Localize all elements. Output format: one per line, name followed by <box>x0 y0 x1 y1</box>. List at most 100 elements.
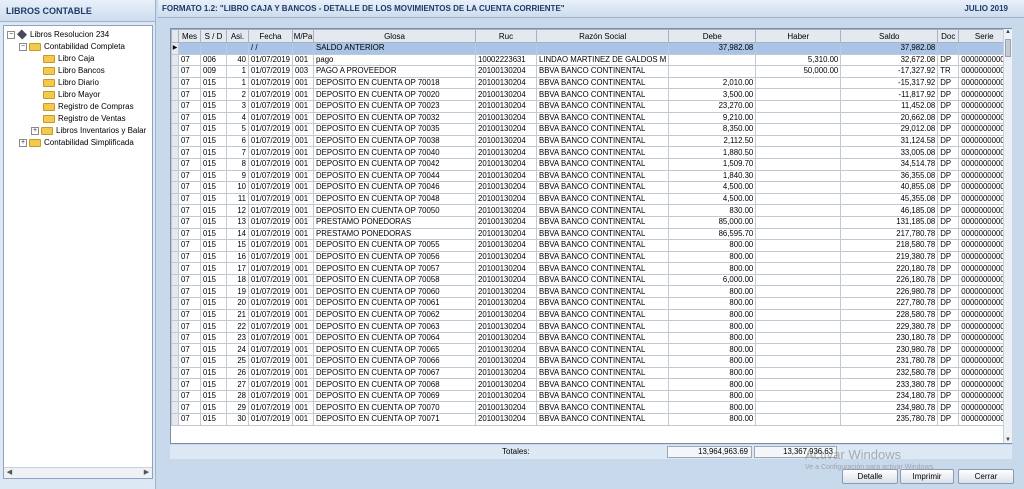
table-row[interactable]: 07 015 1 01/07/2019 001 DEPOSITO EN CUENTA OP… <box>171 76 1011 90</box>
table-cell[interactable]: 10002223631 <box>475 53 538 67</box>
table-cell[interactable] <box>755 413 842 426</box>
table-cell[interactable]: DP <box>937 250 960 264</box>
table-cell[interactable]: 29 <box>226 401 249 414</box>
table-row[interactable]: 07 015 29 01/07/2019 001 DEPOSITO EN CUENTA O… <box>171 401 1011 414</box>
table-cell[interactable]: 4,500.00 <box>668 181 757 194</box>
column-header[interactable]: Doc <box>937 29 960 43</box>
table-cell[interactable]: 001 <box>292 169 315 183</box>
table-cell[interactable] <box>226 42 249 55</box>
table-cell[interactable] <box>755 262 842 275</box>
table-cell[interactable]: 07 <box>178 320 201 333</box>
table-row[interactable]: 07 015 23 01/07/2019 001 DEPOSITO EN CUENTA O… <box>171 331 1011 345</box>
table-cell[interactable] <box>755 215 842 229</box>
table-cell[interactable] <box>937 42 960 55</box>
table-cell[interactable]: 07 <box>178 204 201 217</box>
table-cell[interactable]: DP <box>937 285 960 299</box>
table-cell[interactable]: 6,000.00 <box>668 273 757 287</box>
table-cell[interactable]: 01/07/2019 <box>247 123 294 136</box>
table-cell[interactable]: 21 <box>226 308 249 322</box>
table-cell[interactable]: 001 <box>292 297 315 310</box>
table-cell[interactable]: DEPOSITO EN CUENTA OP 70044 <box>313 169 477 183</box>
table-cell[interactable] <box>755 88 842 101</box>
table-cell[interactable]: 234,180.78 <box>840 389 939 403</box>
table-cell[interactable]: 20100130204 <box>475 146 538 159</box>
table-cell[interactable]: 01/07/2019 <box>247 169 294 183</box>
table-cell[interactable]: 20100130204 <box>475 227 538 241</box>
table-cell[interactable]: 1 <box>226 65 249 78</box>
table-cell[interactable]: 015 <box>200 273 227 287</box>
table-cell[interactable]: 015 <box>200 227 227 241</box>
table-cell[interactable]: 34,514.78 <box>840 157 939 171</box>
table-row[interactable]: 07 015 3 01/07/2019 001 DEPOSITO EN CUENTA OP… <box>171 99 1011 113</box>
table-cell[interactable]: 32,672.08 <box>840 53 939 67</box>
table-cell[interactable]: 830.00 <box>668 204 757 217</box>
table-cell[interactable]: 40 <box>226 53 249 67</box>
table-cell[interactable]: 001 <box>292 366 315 380</box>
table-cell[interactable]: 015 <box>200 343 227 357</box>
table-cell[interactable]: DP <box>937 76 960 90</box>
table-cell[interactable]: 33,005.08 <box>840 146 939 159</box>
table-cell[interactable]: 20100130204 <box>475 320 538 333</box>
table-cell[interactable]: 229,380.78 <box>840 320 939 333</box>
table-cell[interactable]: 015 <box>200 366 227 380</box>
table-cell[interactable] <box>755 42 842 55</box>
table-cell[interactable]: PAGO A PROVEEDOR <box>313 65 477 78</box>
table-cell[interactable]: 800.00 <box>668 239 757 252</box>
column-header[interactable]: Saldo <box>840 29 939 43</box>
table-cell[interactable]: 20100130204 <box>475 134 538 148</box>
table-cell[interactable]: 231,780.78 <box>840 355 939 368</box>
table-cell[interactable]: 01/07/2019 <box>247 99 294 113</box>
table-cell[interactable]: 001 <box>292 239 315 252</box>
table-cell[interactable]: 001 <box>292 204 315 217</box>
table-cell[interactable]: 015 <box>200 192 227 206</box>
column-header[interactable]: Ruc <box>475 29 538 43</box>
table-cell[interactable]: 07 <box>178 378 201 391</box>
table-cell[interactable]: 20100130204 <box>475 204 538 217</box>
table-cell[interactable]: 07 <box>178 146 201 159</box>
column-header[interactable]: Debe <box>668 29 757 43</box>
table-cell[interactable]: 01/07/2019 <box>247 389 294 403</box>
table-cell[interactable]: DP <box>937 123 960 136</box>
cerrar-button[interactable]: Cerrar <box>958 469 1014 484</box>
table-cell[interactable]: 001 <box>292 378 315 391</box>
table-cell[interactable]: 13 <box>226 215 249 229</box>
table-cell[interactable]: 226,980.78 <box>840 285 939 299</box>
table-cell[interactable]: TR <box>937 65 960 78</box>
table-cell[interactable]: 15 <box>226 239 249 252</box>
table-row[interactable]: 07 015 20 01/07/2019 001 DEPOSITO EN CUENTA O… <box>171 297 1011 310</box>
table-cell[interactable]: 131,185.08 <box>840 215 939 229</box>
table-cell[interactable]: 001 <box>292 285 315 299</box>
table-cell[interactable]: DEPOSITO EN CUENTA OP 70032 <box>313 111 477 125</box>
table-cell[interactable] <box>755 389 842 403</box>
table-cell[interactable]: DP <box>937 204 960 217</box>
table-cell[interactable]: 2,112.50 <box>668 134 757 148</box>
table-cell[interactable]: 015 <box>200 146 227 159</box>
tree-item[interactable]: Registro de Compras <box>4 101 152 113</box>
collapse-icon[interactable]: − <box>19 42 27 51</box>
table-cell[interactable]: 23,270.00 <box>668 99 757 113</box>
table-cell[interactable]: DP <box>937 331 960 345</box>
tree-item[interactable]: − Contabilidad Completa <box>4 41 152 53</box>
table-cell[interactable]: 20100130204 <box>475 250 538 264</box>
table-cell[interactable]: DP <box>937 239 960 252</box>
table-cell[interactable]: 50,000.00 <box>755 65 842 78</box>
table-cell[interactable] <box>668 53 757 67</box>
table-cell[interactable]: 11 <box>226 192 249 206</box>
table-cell[interactable]: 800.00 <box>668 297 757 310</box>
table-cell[interactable]: 001 <box>292 320 315 333</box>
table-cell[interactable]: 800.00 <box>668 250 757 264</box>
table-cell[interactable]: 800.00 <box>668 401 757 414</box>
table-cell[interactable]: 27 <box>226 378 249 391</box>
table-cell[interactable]: 20100130204 <box>475 413 538 426</box>
table-cell[interactable]: 4 <box>226 111 249 125</box>
grid-vertical-scrollbar[interactable]: ▲ ▼ <box>1003 29 1012 443</box>
table-cell[interactable]: 20100130204 <box>475 192 538 206</box>
table-cell[interactable]: 07 <box>178 169 201 183</box>
table-cell[interactable]: 20100130204 <box>475 401 538 414</box>
table-cell[interactable]: 07 <box>178 250 201 264</box>
table-cell[interactable]: 01/07/2019 <box>247 250 294 264</box>
movements-grid[interactable]: Mes S / D Asi. Fecha M/Pa Glosa Ruc Razón Socia… <box>170 28 1012 444</box>
table-cell[interactable]: 07 <box>178 343 201 357</box>
table-cell[interactable]: 218,580.78 <box>840 239 939 252</box>
column-header[interactable]: Asi. <box>226 29 249 43</box>
